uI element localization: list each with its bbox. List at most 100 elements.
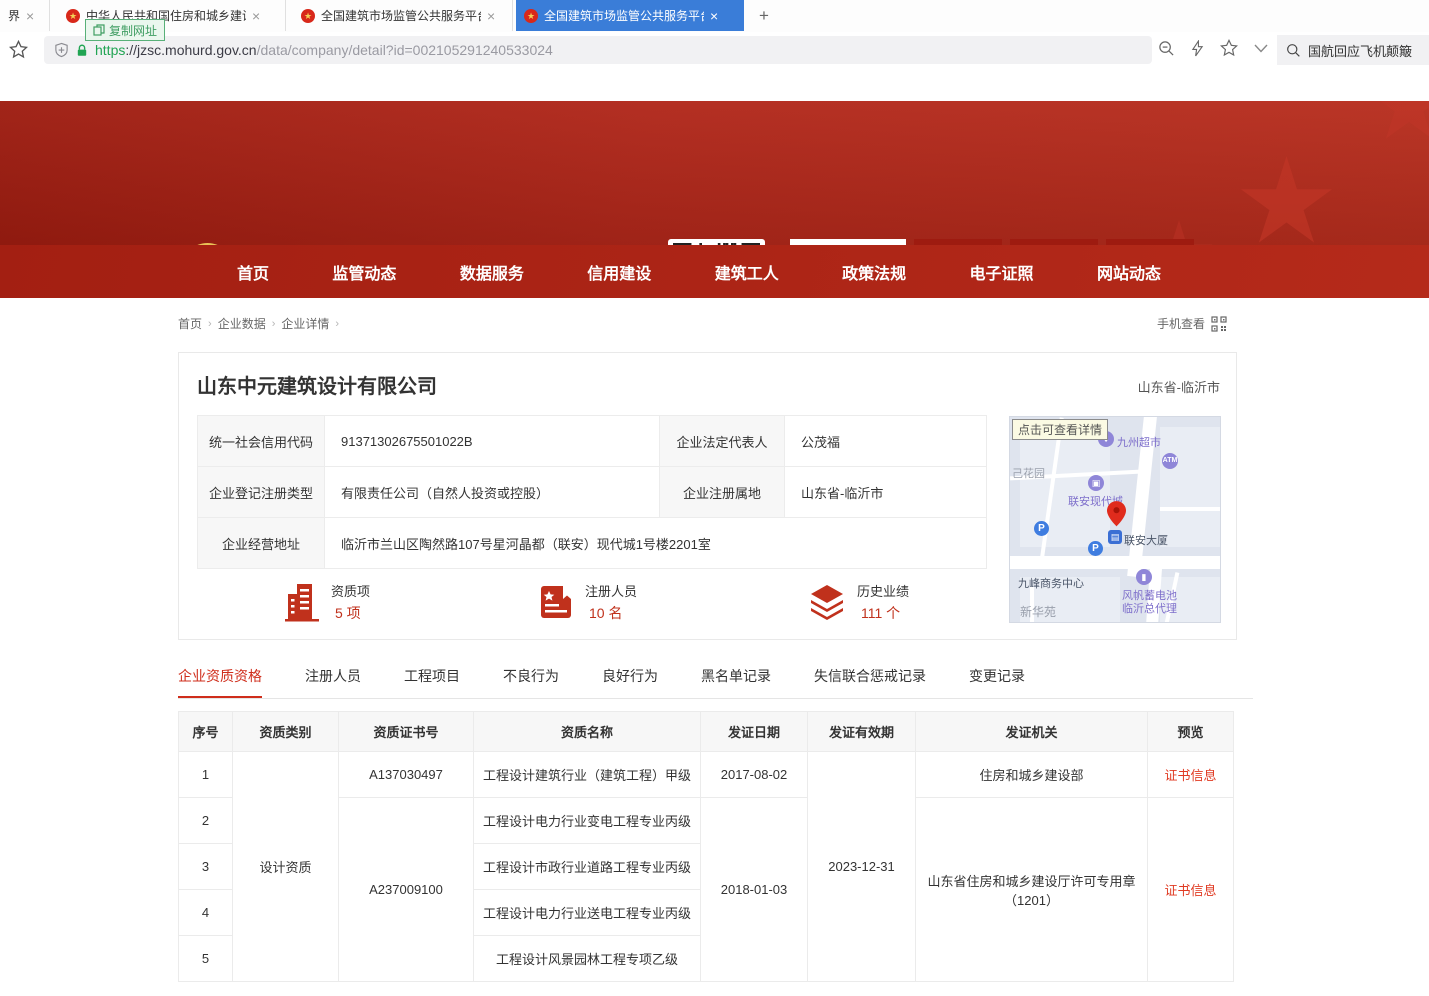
cell-no: 5 bbox=[179, 936, 233, 982]
cell-qual-name: 工程设计电力行业变电工程专业丙级 bbox=[474, 798, 701, 844]
breadcrumb-separator: › bbox=[272, 318, 276, 330]
tab-bad-behavior[interactable]: 不良行为 bbox=[503, 666, 559, 698]
tab-blacklist[interactable]: 黑名单记录 bbox=[701, 666, 771, 698]
cell-qual-name: 工程设计风景园林工程专项乙级 bbox=[474, 936, 701, 982]
cell-qual-name: 工程设计电力行业送电工程专业丙级 bbox=[474, 890, 701, 936]
qualification-table: 序号 资质类别 资质证书号 资质名称 发证日期 发证有效期 发证机关 预览 1 … bbox=[178, 711, 1234, 982]
cell-authority: 住房和城乡建设部 bbox=[916, 752, 1148, 798]
breadcrumb-separator: › bbox=[335, 318, 339, 330]
col-header-preview: 预览 bbox=[1148, 712, 1234, 752]
company-location-pin[interactable] bbox=[1107, 501, 1126, 527]
mobile-view-label: 手机查看 bbox=[1157, 315, 1205, 332]
legal-rep-label: 企业法定代表人 bbox=[660, 416, 785, 467]
stat-value: 10 名 bbox=[585, 603, 622, 623]
stat-value: 5 项 bbox=[331, 603, 361, 623]
favorite-star-icon[interactable] bbox=[1220, 39, 1238, 57]
stat-label: 历史业绩 bbox=[857, 581, 909, 600]
cell-cert-no: A137030497 bbox=[339, 752, 474, 798]
https-lock-icon bbox=[75, 43, 89, 58]
col-header-valid-until: 发证有效期 bbox=[808, 712, 916, 752]
cell-no: 4 bbox=[179, 890, 233, 936]
zoom-out-icon[interactable] bbox=[1158, 40, 1175, 57]
building-poi-icon: ▣ bbox=[1088, 475, 1104, 491]
reg-region-value: 山东省-临沂市 bbox=[785, 467, 987, 518]
url-scheme: https bbox=[95, 42, 125, 58]
stat-registered-personnel[interactable]: 注册人员 10 名 bbox=[537, 581, 637, 623]
url-bar[interactable]: https://jzsc.mohurd.gov.cn/data/company/… bbox=[44, 36, 1152, 64]
reg-region-label: 企业注册属地 bbox=[660, 467, 785, 518]
certificate-info-link[interactable]: 证书信息 bbox=[1164, 883, 1216, 898]
parking-icon: P bbox=[1088, 541, 1103, 556]
tab-good-behavior[interactable]: 良好行为 bbox=[602, 666, 658, 698]
col-header-cert-no: 资质证书号 bbox=[339, 712, 474, 752]
hot-search-text: 国航回应飞机颠簸 bbox=[1308, 41, 1412, 60]
address-label: 企业经营地址 bbox=[198, 518, 325, 569]
col-header-no: 序号 bbox=[179, 712, 233, 752]
lightning-icon[interactable] bbox=[1191, 40, 1204, 57]
table-row: 1 设计资质 A137030497 工程设计建筑行业（建筑工程）甲级 2017-… bbox=[179, 752, 1234, 798]
hot-search-box[interactable]: 国航回应飞机颠簸 bbox=[1277, 35, 1429, 65]
browser-tab-partial[interactable]: 界 bbox=[0, 0, 50, 31]
stat-historical-performance[interactable]: 历史业绩 111 个 bbox=[807, 581, 909, 623]
nav-item-supervision[interactable]: 监管动态 bbox=[332, 260, 396, 284]
tab-dishonesty-records[interactable]: 失信联合惩戒记录 bbox=[814, 666, 926, 698]
close-icon[interactable] bbox=[487, 8, 495, 24]
cell-issue-date: 2017-08-02 bbox=[701, 752, 808, 798]
table-header-row: 序号 资质类别 资质证书号 资质名称 发证日期 发证有效期 发证机关 预览 bbox=[179, 712, 1234, 752]
nav-item-licenses[interactable]: 电子证照 bbox=[970, 260, 1034, 284]
nav-item-data-service[interactable]: 数据服务 bbox=[460, 260, 524, 284]
stat-qualifications[interactable]: 资质项 5 项 bbox=[283, 581, 370, 623]
tab-change-records[interactable]: 变更记录 bbox=[969, 666, 1025, 698]
close-icon[interactable] bbox=[252, 8, 260, 24]
col-header-qual-name: 资质名称 bbox=[474, 712, 701, 752]
map-label-battery-2: 临沂总代理 bbox=[1122, 600, 1177, 616]
nav-item-policy[interactable]: 政策法规 bbox=[842, 260, 906, 284]
new-tab-button[interactable] bbox=[752, 4, 776, 28]
chevron-down-icon[interactable] bbox=[1254, 44, 1268, 53]
tab-projects[interactable]: 工程项目 bbox=[404, 666, 460, 698]
tab-qualifications[interactable]: 企业资质资格 bbox=[178, 666, 262, 698]
nav-item-workers[interactable]: 建筑工人 bbox=[715, 260, 779, 284]
cell-qual-name: 工程设计建筑行业（建筑工程）甲级 bbox=[474, 752, 701, 798]
breadcrumb-company-data[interactable]: 企业数据 bbox=[218, 315, 266, 332]
nav-item-credit[interactable]: 信用建设 bbox=[587, 260, 651, 284]
browser-tab-jzsc-active[interactable]: 全国建筑市场监管公共服务平台 bbox=[516, 0, 744, 31]
tab-title: 界 bbox=[8, 7, 20, 24]
breadcrumb-home[interactable]: 首页 bbox=[178, 315, 202, 332]
shield-icon[interactable] bbox=[54, 42, 69, 58]
atm-poi-icon: ATM bbox=[1162, 453, 1178, 469]
tab-registered-personnel[interactable]: 注册人员 bbox=[305, 666, 361, 698]
map-label-lianan-tower: 联安大厦 bbox=[1124, 532, 1168, 548]
qualification-building-icon bbox=[283, 582, 321, 622]
tab-title: 全国建筑市场监管公共服务平台 bbox=[544, 7, 704, 24]
search-icon bbox=[1286, 43, 1301, 58]
tab-title: 全国建筑市场监管公共服务平台 bbox=[321, 7, 481, 24]
company-name: 山东中元建筑设计有限公司 bbox=[197, 370, 437, 399]
browser-tab-jzsc-1[interactable]: 全国建筑市场监管公共服务平台 bbox=[293, 0, 513, 31]
bookmark-star-icon[interactable] bbox=[9, 40, 28, 59]
close-icon[interactable] bbox=[710, 8, 718, 24]
breadcrumb-company-detail[interactable]: 企业详情 bbox=[281, 315, 329, 332]
col-header-issue-date: 发证日期 bbox=[701, 712, 808, 752]
url-text[interactable]: https://jzsc.mohurd.gov.cn/data/company/… bbox=[95, 42, 553, 58]
company-location-map[interactable]: 点击可查看详情 ♦ 九州超市 ATM 己花园 ▣ 联安现代城 ▤ 联安大厦 P … bbox=[1009, 416, 1221, 623]
cell-qual-name: 工程设计市政行业道路工程专业丙级 bbox=[474, 844, 701, 890]
copy-icon bbox=[93, 24, 105, 36]
qr-code-icon bbox=[1211, 316, 1227, 332]
close-icon[interactable] bbox=[26, 8, 34, 24]
mobile-view-link[interactable]: 手机查看 bbox=[1157, 315, 1227, 332]
detail-section-tabs: 企业资质资格 注册人员 工程项目 不良行为 良好行为 黑名单记录 失信联合惩戒记… bbox=[178, 666, 1253, 699]
stat-label: 注册人员 bbox=[585, 581, 637, 600]
site-header-banner: 中华人民共和国住房和城乡建设部 www.mohurd.gov.cn 全国建筑市场… bbox=[0, 101, 1429, 245]
cell-valid-until: 2023-12-31 bbox=[808, 752, 916, 982]
stat-value: 111 个 bbox=[857, 603, 900, 623]
nav-item-site-news[interactable]: 网站动态 bbox=[1097, 260, 1161, 284]
cell-category: 设计资质 bbox=[233, 752, 339, 982]
map-label-supermarket: 九州超市 bbox=[1117, 434, 1161, 450]
company-region: 山东省-临沂市 bbox=[1138, 377, 1220, 396]
site-favicon-icon bbox=[524, 9, 538, 23]
col-header-category: 资质类别 bbox=[233, 712, 339, 752]
map-label-jiufeng: 九峰商务中心 bbox=[1018, 575, 1084, 591]
nav-item-home[interactable]: 首页 bbox=[237, 260, 269, 284]
certificate-info-link[interactable]: 证书信息 bbox=[1164, 768, 1216, 783]
